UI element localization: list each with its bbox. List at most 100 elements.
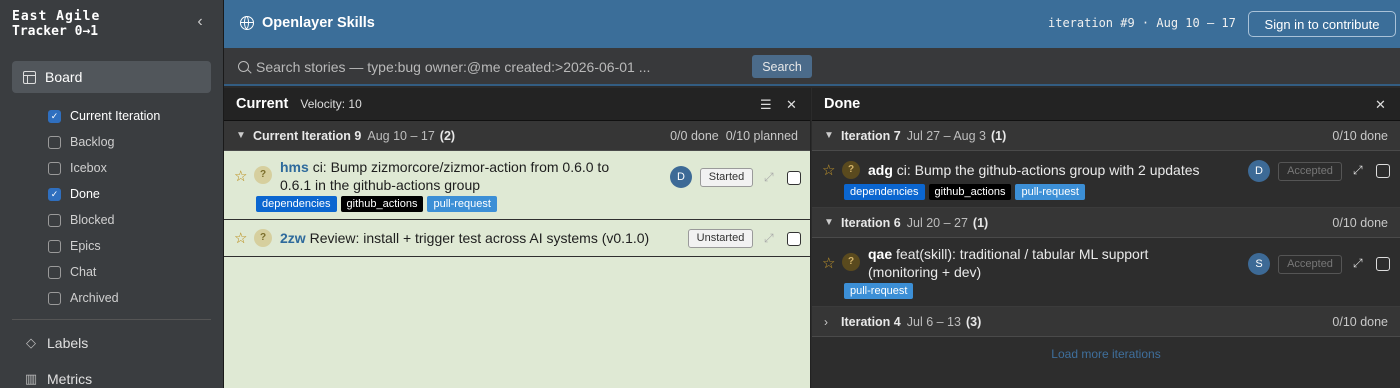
select-checkbox[interactable] — [1376, 164, 1390, 178]
state-button[interactable]: Accepted — [1278, 162, 1342, 181]
story-title-text: feat(skill): traditional / tabular ML su… — [896, 246, 1149, 262]
story-type-icon: ? — [842, 253, 860, 271]
story-id[interactable]: 2zw — [280, 230, 306, 246]
chevron-right-icon[interactable]: › — [824, 315, 836, 329]
iteration-header[interactable]: ▼ Iteration 7 Jul 27 – Aug 3 (1) 0/10 do… — [812, 121, 1400, 151]
checkbox-icon[interactable] — [48, 135, 61, 149]
close-icon[interactable]: ✕ — [1375, 97, 1386, 113]
tag-github-actions[interactable]: github_actions — [340, 196, 424, 212]
nav-metrics[interactable]: ▥ Metrics — [24, 371, 92, 387]
story-row[interactable]: ☆ ? 2zw Review: install + trigger test a… — [224, 220, 810, 257]
sign-in-button[interactable]: Sign in to contribute — [1248, 11, 1396, 37]
bar-chart-icon: ▥ — [24, 371, 38, 386]
story-id[interactable]: qae — [868, 246, 892, 262]
story-title[interactable]: adg ci: Bump the github-actions group wi… — [868, 161, 1200, 179]
iteration-dates: Aug 10 – 17 — [367, 128, 435, 143]
tag-dependencies[interactable]: dependencies — [844, 184, 925, 200]
load-more-link[interactable]: Load more iterations — [812, 347, 1400, 361]
search-button[interactable]: Search — [752, 55, 812, 78]
story-row[interactable]: ☆ ? adg ci: Bump the github-actions grou… — [812, 151, 1400, 208]
filter-label: Blocked — [70, 213, 115, 227]
story-type-icon: ? — [842, 161, 860, 179]
star-icon[interactable]: ☆ — [822, 161, 835, 179]
done-panel: Done ✕ ▼ Iteration 7 Jul 27 – Aug 3 (1) … — [812, 88, 1400, 388]
avatar[interactable]: D — [1248, 160, 1270, 182]
checkbox-icon[interactable] — [48, 239, 61, 253]
story-row[interactable]: ☆ ? qae feat(skill): traditional / tabul… — [812, 238, 1400, 307]
tag-pull-request[interactable]: pull-request — [1015, 184, 1085, 200]
chevron-down-icon[interactable]: ▼ — [236, 130, 248, 141]
expand-icon[interactable]: ⤢ — [1353, 256, 1363, 271]
state-button[interactable]: Accepted — [1278, 255, 1342, 274]
story-tags: dependencies github_actions pull-request — [256, 196, 497, 212]
select-checkbox[interactable] — [1376, 257, 1390, 271]
filter-archived[interactable]: Archived — [48, 285, 160, 311]
sidebar-divider — [12, 319, 211, 320]
close-icon[interactable]: ✕ — [786, 97, 797, 113]
iteration-header[interactable]: ▼ Current Iteration 9 Aug 10 – 17 (2) 0/… — [224, 121, 810, 151]
filter-label: Done — [70, 187, 100, 201]
filter-epics[interactable]: Epics — [48, 233, 160, 259]
search-input[interactable] — [256, 56, 736, 78]
iteration-name: Iteration 7 — [841, 128, 901, 143]
iteration-summary: 0/10 done — [1332, 216, 1388, 230]
top-bar: Openlayer Skills iteration #9 · Aug 10 –… — [224, 0, 1400, 48]
checkbox-icon[interactable] — [48, 291, 61, 305]
filter-icebox[interactable]: Icebox — [48, 155, 160, 181]
iteration-dates: Jul 6 – 13 — [906, 314, 961, 329]
story-title[interactable]: 2zw Review: install + trigger test acros… — [280, 229, 649, 247]
state-button[interactable]: Started — [700, 168, 753, 187]
select-checkbox[interactable] — [787, 171, 801, 185]
tag-pull-request[interactable]: pull-request — [844, 283, 914, 299]
filter-done[interactable]: ✓ Done — [48, 181, 160, 207]
filter-sliders-icon[interactable]: ☰ — [760, 97, 772, 113]
story-type-icon: ? — [254, 166, 272, 184]
story-row[interactable]: ☆ ? hms ci: Bump zizmorcore/zizmor-actio… — [224, 151, 810, 220]
story-title-text: (monitoring + dev) — [868, 264, 982, 280]
story-title[interactable]: qae feat(skill): traditional / tabular M… — [868, 245, 1148, 281]
story-tags: dependencies github_actions pull-request — [844, 184, 1085, 200]
tag-pull-request[interactable]: pull-request — [427, 196, 497, 212]
tag-dependencies[interactable]: dependencies — [256, 196, 337, 212]
nav-labels[interactable]: ◇ Labels — [24, 335, 88, 351]
brand-name: East Agile — [12, 9, 101, 24]
tag-github-actions[interactable]: github_actions — [928, 184, 1012, 200]
expand-icon[interactable]: ⤢ — [764, 231, 774, 246]
expand-icon[interactable]: ⤢ — [764, 170, 774, 185]
iteration-name: Iteration 4 — [841, 314, 901, 329]
star-icon[interactable]: ☆ — [822, 254, 835, 272]
filter-label: Icebox — [70, 161, 107, 175]
iteration-count: (1) — [990, 128, 1007, 143]
brand-logo[interactable]: East Agile Tracker 0→1 — [12, 9, 100, 39]
iteration-header[interactable]: ▼ Iteration 6 Jul 20 – 27 (1) 0/10 done — [812, 208, 1400, 238]
checkbox-icon[interactable] — [48, 213, 61, 227]
expand-icon[interactable]: ⤢ — [1353, 163, 1363, 178]
filter-blocked[interactable]: Blocked — [48, 207, 160, 233]
chevron-down-icon[interactable]: ▼ — [824, 130, 836, 141]
collapse-sidebar-icon[interactable]: ‹ — [192, 14, 208, 30]
star-icon[interactable]: ☆ — [234, 229, 247, 247]
star-icon[interactable]: ☆ — [234, 167, 247, 185]
iteration-name: Current Iteration 9 — [253, 128, 362, 143]
avatar[interactable]: D — [670, 166, 692, 188]
story-id[interactable]: hms — [280, 159, 309, 175]
filter-backlog[interactable]: Backlog — [48, 129, 160, 155]
checkbox-icon[interactable] — [48, 265, 61, 279]
select-checkbox[interactable] — [787, 232, 801, 246]
filter-label: Current Iteration — [70, 109, 161, 123]
board-icon — [23, 70, 36, 84]
nav-board[interactable]: Board — [12, 61, 211, 93]
story-id[interactable]: adg — [868, 162, 893, 178]
story-title[interactable]: hms ci: Bump zizmorcore/zizmor-action fr… — [280, 158, 609, 194]
avatar[interactable]: S — [1248, 253, 1270, 275]
checkbox-icon[interactable] — [48, 161, 61, 175]
sidebar: East Agile Tracker 0→1 ‹ Board ✓ Current … — [0, 0, 224, 388]
filter-current-iteration[interactable]: ✓ Current Iteration — [48, 103, 160, 129]
iteration-header[interactable]: › Iteration 4 Jul 6 – 13 (3) 0/10 done — [812, 307, 1400, 337]
state-button[interactable]: Unstarted — [688, 229, 753, 248]
brand-subtitle: Tracker 0→1 — [12, 24, 99, 39]
checkbox-icon[interactable]: ✓ — [48, 109, 61, 123]
checkbox-icon[interactable]: ✓ — [48, 187, 61, 201]
chevron-down-icon[interactable]: ▼ — [824, 217, 836, 228]
filter-chat[interactable]: Chat — [48, 259, 160, 285]
